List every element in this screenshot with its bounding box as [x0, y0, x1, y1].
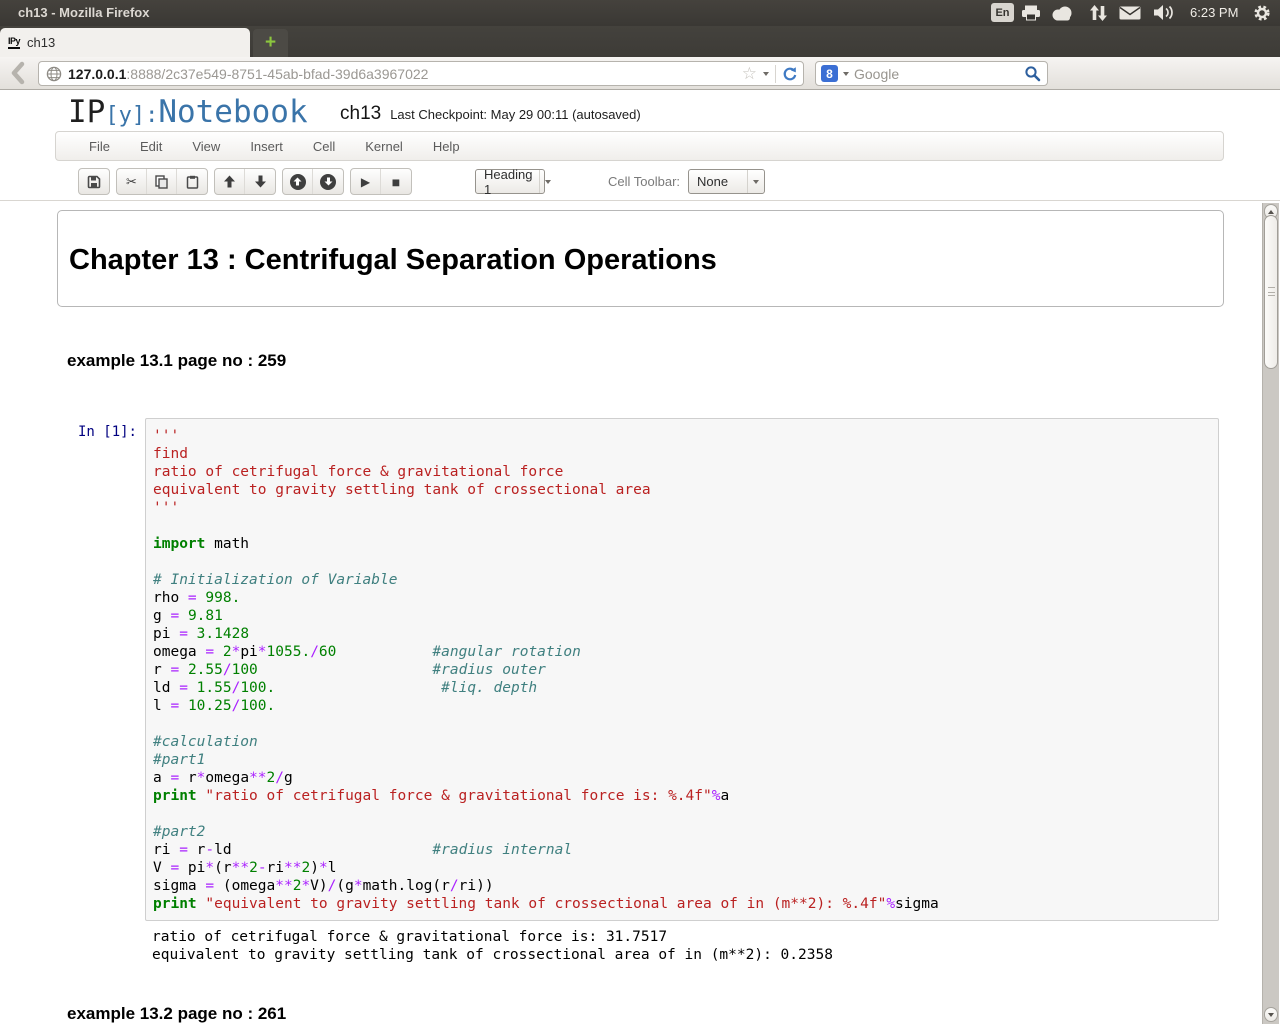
volume-icon[interactable]: [1153, 4, 1177, 26]
url-bar[interactable]: 127.0.0.1:8888/2c37e549-8751-45ab-bfad-3…: [38, 61, 804, 86]
browser-tab[interactable]: IPy ch13: [0, 28, 250, 57]
code-editor[interactable]: '''findratio of cetrifugal force & gravi…: [153, 427, 1218, 913]
example-1-heading[interactable]: example 13.1 page no : 259: [67, 351, 286, 371]
url-text: 127.0.0.1:8888/2c37e549-8751-45ab-bfad-3…: [68, 66, 428, 82]
search-input[interactable]: [854, 66, 1019, 82]
copy-icon: [155, 175, 168, 189]
cell-output: ratio of cetrifugal force & gravitationa…: [152, 929, 833, 964]
tab-title: ch13: [27, 35, 55, 50]
menu-file[interactable]: File: [74, 139, 125, 154]
menu-insert[interactable]: Insert: [235, 139, 298, 154]
site-globe-icon[interactable]: [46, 66, 62, 82]
arrow-down-icon: [254, 175, 267, 188]
reload-icon[interactable]: [782, 66, 798, 82]
scroll-down-arrow-icon: [1268, 1013, 1274, 1017]
bookmark-dropdown-caret[interactable]: [763, 72, 769, 76]
keyboard-layout-indicator[interactable]: En: [991, 3, 1014, 22]
menu-bar: File Edit View Insert Cell Kernel Help: [55, 131, 1224, 161]
search-engine-caret[interactable]: [843, 72, 849, 76]
notebook-toolbar: ✂: [78, 168, 765, 195]
menu-help[interactable]: Help: [418, 139, 475, 154]
chapter-heading: Chapter 13 : Centrifugal Separation Oper…: [69, 244, 1223, 277]
window-title: ch13 - Mozilla Firefox: [18, 5, 149, 20]
heading-cell[interactable]: Chapter 13 : Centrifugal Separation Oper…: [57, 210, 1224, 307]
menu-kernel[interactable]: Kernel: [350, 139, 418, 154]
logo-ip: IP: [68, 94, 105, 130]
menu-edit[interactable]: Edit: [125, 139, 177, 154]
scissors-icon: ✂: [126, 174, 137, 190]
url-host: 127.0.0.1: [68, 66, 126, 82]
clipboard-icon: [186, 175, 199, 189]
session-gear-icon[interactable]: [1253, 4, 1271, 27]
printer-icon[interactable]: [1021, 5, 1041, 26]
ubuntu-top-panel: ch13 - Mozilla Firefox En 6:23 PM: [0, 0, 1280, 26]
logo-y: [y]:: [105, 103, 158, 128]
run-cell-button[interactable]: ▶: [351, 169, 381, 194]
circle-arrow-up-icon: [290, 174, 306, 190]
notebook-title[interactable]: ch13: [340, 103, 381, 125]
play-icon: ▶: [361, 175, 370, 189]
cell-toolbar-label: Cell Toolbar:: [608, 174, 680, 189]
new-tab-button[interactable]: +: [253, 29, 288, 57]
interrupt-kernel-button[interactable]: ■: [381, 169, 411, 194]
logo-notebook: Notebook: [158, 94, 307, 130]
screen: ch13 - Mozilla Firefox En 6:23 PM IPy ch…: [0, 0, 1280, 1024]
move-cell-down-button[interactable]: [245, 169, 275, 194]
checkpoint-status: Last Checkpoint: May 29 00:11 (autosaved…: [390, 107, 641, 122]
cell-type-select[interactable]: Heading 1: [475, 169, 545, 194]
clock[interactable]: 6:23 PM: [1190, 5, 1238, 20]
header-divider: [0, 200, 1280, 201]
circle-arrow-down-icon: [320, 174, 336, 190]
search-magnifier-icon[interactable]: [1024, 65, 1041, 82]
cell-toolbar-caret: [753, 180, 759, 184]
network-updown-icon[interactable]: [1090, 4, 1107, 27]
cut-cell-button[interactable]: ✂: [117, 169, 147, 194]
url-path: :8888/2c37e549-8751-45ab-bfad-39d6a39670…: [126, 66, 428, 82]
scrollbar-down-button[interactable]: [1264, 1007, 1278, 1022]
ipython-logo[interactable]: IP[y]:Notebook: [68, 94, 308, 130]
scrollbar-grip: [1268, 287, 1275, 296]
search-box[interactable]: 8: [815, 61, 1048, 86]
browser-content: IP[y]:Notebook ch13 Last Checkpoint: May…: [0, 90, 1280, 1024]
tab-bar: IPy ch13 +: [0, 26, 1280, 57]
scrollbar-thumb[interactable]: [1264, 215, 1278, 369]
google-favicon: 8: [821, 65, 838, 82]
code-cell-input[interactable]: '''findratio of cetrifugal force & gravi…: [145, 418, 1219, 921]
cell-toolbar-value: None: [697, 174, 728, 189]
vertical-scrollbar[interactable]: [1262, 203, 1279, 1024]
notebook-document: Chapter 13 : Centrifugal Separation Oper…: [0, 202, 1262, 1024]
mail-icon[interactable]: [1119, 6, 1141, 25]
stop-icon: ■: [392, 174, 400, 190]
insert-cell-below-button[interactable]: [313, 169, 343, 194]
cell-toolbar-select[interactable]: None: [688, 169, 765, 194]
input-prompt: In [1]:: [0, 424, 137, 440]
notebook-title-row: ch13 Last Checkpoint: May 29 00:11 (auto…: [340, 103, 641, 125]
back-button[interactable]: [5, 59, 33, 87]
example-2-heading[interactable]: example 13.2 page no : 261: [67, 1004, 286, 1024]
bookmark-star-icon[interactable]: ☆: [742, 65, 757, 82]
save-button[interactable]: [79, 169, 109, 194]
navigation-toolbar: 127.0.0.1:8888/2c37e549-8751-45ab-bfad-3…: [0, 57, 1280, 90]
arrow-up-icon: [223, 175, 236, 188]
cell-type-value: Heading 1: [484, 167, 532, 197]
insert-cell-above-button[interactable]: [283, 169, 313, 194]
paste-cell-button[interactable]: [177, 169, 207, 194]
move-cell-up-button[interactable]: [215, 169, 245, 194]
menu-cell[interactable]: Cell: [298, 139, 350, 154]
menu-view[interactable]: View: [177, 139, 235, 154]
copy-cell-button[interactable]: [147, 169, 177, 194]
urlbar-separator: [775, 65, 776, 83]
cell-type-caret: [545, 180, 551, 184]
cloud-sync-icon[interactable]: [1050, 6, 1075, 26]
ipython-favicon: IPy: [8, 36, 20, 49]
scroll-up-arrow-icon: [1268, 210, 1274, 214]
